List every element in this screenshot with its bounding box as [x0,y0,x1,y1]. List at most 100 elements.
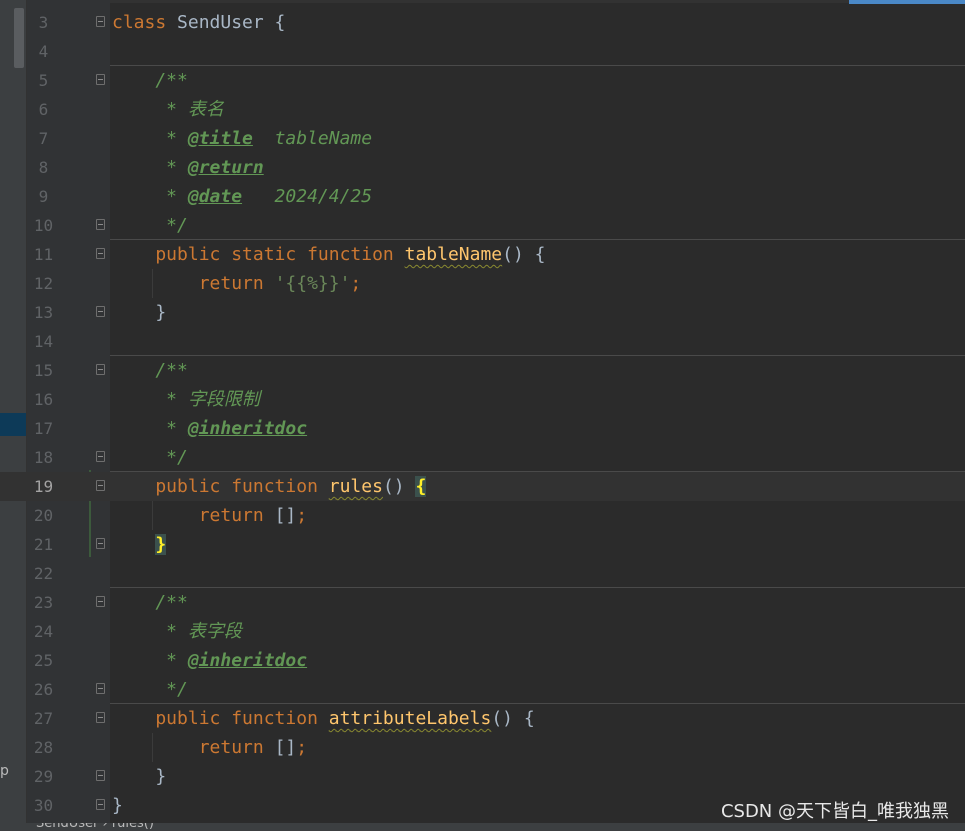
line-number[interactable]: 15 [27,356,60,385]
code-text[interactable]: return []; [112,733,307,762]
code-line[interactable]: 21 } [0,530,965,559]
code-text[interactable]: return '{{%}}'; [112,269,362,298]
line-number[interactable]: 30 [27,791,60,820]
code-line[interactable]: 23 /** [0,587,965,617]
code-text[interactable]: * 表字段 [112,617,242,646]
line-number[interactable]: 22 [27,559,60,588]
line-number[interactable]: 12 [27,269,60,298]
code-text[interactable]: * 字段限制 [112,385,260,414]
fold-icon[interactable] [96,364,105,375]
fold-icon[interactable] [96,306,105,317]
code-line[interactable]: 9 * @date 2024/4/25 [0,182,965,211]
code-token: rules [328,476,383,497]
code-line[interactable]: 24 * 表字段 [0,617,965,646]
line-number[interactable]: 19 [27,472,60,501]
code-line[interactable]: 16 * 字段限制 [0,385,965,414]
code-text[interactable]: * @inheritdoc [112,414,307,443]
code-line[interactable]: 10 */ [0,211,965,240]
code-line[interactable]: 26 */ [0,675,965,704]
code-text[interactable]: /** [112,588,188,617]
code-line[interactable]: 3 class SendUser { [0,8,965,37]
code-line[interactable]: 8 * @return [0,153,965,182]
breadcrumb[interactable]: SendUser › rules() [26,823,965,831]
code-text[interactable]: * @title tableName [112,124,372,153]
fold-icon[interactable] [96,712,105,723]
code-text[interactable]: public function rules() { [112,472,427,501]
code-text[interactable]: * @inheritdoc [112,646,307,675]
line-number[interactable]: 3 [27,8,60,37]
code-text[interactable]: /** [112,356,188,385]
line-number[interactable]: 28 [27,733,60,762]
fold-icon[interactable] [96,770,105,781]
fold-icon[interactable] [96,480,105,491]
fold-icon[interactable] [96,596,105,607]
code-text[interactable]: */ [112,443,188,472]
line-number[interactable]: 5 [27,66,60,95]
code-text[interactable]: } [112,530,167,559]
line-number[interactable]: 4 [27,37,60,66]
fold-icon[interactable] [96,451,105,462]
line-number[interactable]: 27 [27,704,60,733]
line-number[interactable]: 25 [27,646,60,675]
line-number[interactable]: 23 [27,588,60,617]
fold-icon[interactable] [96,683,105,694]
line-number[interactable]: 21 [27,530,60,559]
fold-icon[interactable] [96,219,105,230]
code-text[interactable]: public static function tableName() { [112,240,545,269]
code-line[interactable]: 11 public static function tableName() { [0,239,965,269]
code-line[interactable]: 12 return '{{%}}'; [0,269,965,298]
code-line[interactable]: 4 [0,37,965,66]
code-line[interactable]: 7 * @title tableName [0,124,965,153]
fold-icon[interactable] [96,16,105,27]
code-text[interactable]: public function attributeLabels() { [112,704,534,733]
line-number[interactable]: 9 [27,182,60,211]
code-text[interactable]: /** [112,66,188,95]
code-line[interactable]: 19 public function rules() { [0,471,965,501]
line-number[interactable]: 17 [27,414,60,443]
code-token: * 表名 [112,99,224,120]
code-text[interactable]: } [112,298,166,327]
code-editor[interactable]: 3 class SendUser {4 5 /** 6 * 表名 7 * @title … [0,8,965,820]
line-number[interactable]: 29 [27,762,60,791]
code-line[interactable]: 5 /** [0,65,965,95]
line-number[interactable]: 24 [27,617,60,646]
line-number[interactable]: 6 [27,95,60,124]
code-text[interactable]: } [112,791,123,820]
fold-icon[interactable] [96,799,105,810]
code-token: @return [187,157,264,178]
code-line[interactable]: 14 [0,327,965,356]
line-number[interactable]: 7 [27,124,60,153]
code-text[interactable]: class SendUser { [112,8,285,37]
code-line[interactable]: 28 return []; [0,733,965,762]
fold-icon[interactable] [96,74,105,85]
line-number[interactable]: 11 [27,240,60,269]
fold-icon[interactable] [96,248,105,259]
code-line[interactable]: 20 return []; [0,501,965,530]
code-text[interactable]: */ [112,211,188,240]
breadcrumb-text[interactable]: SendUser › rules() [36,823,154,831]
line-number[interactable]: 14 [27,327,60,356]
code-line[interactable]: 27 public function attributeLabels() { [0,703,965,733]
code-line[interactable]: 13 } [0,298,965,327]
line-number[interactable]: 8 [27,153,60,182]
code-line[interactable]: 17 * @inheritdoc [0,414,965,443]
line-number[interactable]: 13 [27,298,60,327]
line-number[interactable]: 18 [27,443,60,472]
code-line[interactable]: 15 /** [0,355,965,385]
line-number[interactable]: 16 [27,385,60,414]
code-text[interactable]: */ [112,675,188,704]
code-line[interactable]: 29 } [0,762,965,791]
code-text[interactable]: * 表名 [112,95,224,124]
line-number[interactable]: 10 [27,211,60,240]
code-text[interactable]: * @date 2024/4/25 [112,182,372,211]
code-line[interactable]: 6 * 表名 [0,95,965,124]
line-number[interactable]: 26 [27,675,60,704]
code-text[interactable]: * @return [112,153,264,182]
code-line[interactable]: 22 [0,559,965,588]
code-line[interactable]: 18 */ [0,443,965,472]
code-text[interactable]: } [112,762,166,791]
fold-icon[interactable] [96,538,105,549]
code-line[interactable]: 25 * @inheritdoc [0,646,965,675]
line-number[interactable]: 20 [27,501,60,530]
code-text[interactable]: return []; [112,501,307,530]
